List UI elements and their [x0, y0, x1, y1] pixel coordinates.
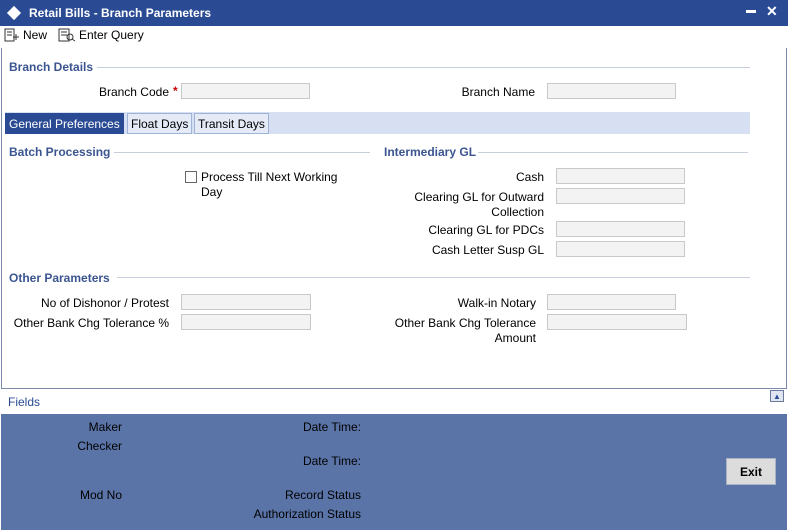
- divider: [114, 152, 370, 153]
- walkin-notary-input[interactable]: [547, 294, 676, 310]
- cash-letter-input[interactable]: [556, 241, 685, 257]
- tab-general-preferences[interactable]: General Preferences: [5, 113, 124, 134]
- maker-label: Maker: [88, 420, 122, 434]
- mod-no-label: Mod No: [79, 488, 122, 502]
- process-label-line1: Process Till Next Working: [201, 170, 338, 184]
- minimize-icon[interactable]: ▬: [746, 5, 756, 16]
- tolerance-pct-label: Other Bank Chg Tolerance %: [13, 316, 169, 330]
- tab-float-days[interactable]: Float Days: [127, 113, 193, 134]
- checker-date-time-label: Date Time:: [302, 454, 361, 468]
- process-till-next-working-day-checkbox[interactable]: [185, 171, 197, 183]
- process-label-line2: Day: [201, 185, 223, 199]
- enter-query-button[interactable]: Enter Query: [58, 28, 144, 42]
- fields-bar: [1, 388, 787, 414]
- new-icon: [4, 28, 19, 42]
- tolerance-pct-input[interactable]: [181, 314, 311, 330]
- enter-query-icon: [58, 28, 76, 42]
- tolerance-amt-label-1: Other Bank Chg Tolerance: [394, 316, 536, 330]
- cash-letter-label: Cash Letter Susp GL: [431, 243, 544, 257]
- tolerance-amt-input[interactable]: [547, 314, 687, 330]
- dishonor-input[interactable]: [181, 294, 311, 310]
- other-parameters-title: Other Parameters: [9, 271, 110, 285]
- clearing-outward-label-2: Collection: [491, 205, 544, 219]
- divider: [478, 152, 748, 153]
- close-icon[interactable]: ✕: [766, 3, 778, 20]
- branch-code-label: Branch Code: [98, 85, 169, 99]
- branch-name-label: Branch Name: [461, 85, 535, 99]
- divider: [117, 277, 750, 278]
- cash-label: Cash: [515, 170, 544, 184]
- collapse-up-icon[interactable]: ▲: [770, 390, 784, 402]
- checker-label: Checker: [77, 439, 122, 453]
- tab-transit-days[interactable]: Transit Days: [194, 113, 269, 134]
- new-button[interactable]: New: [4, 28, 47, 42]
- authorization-status-label: Authorization Status: [253, 507, 361, 521]
- batch-processing-title: Batch Processing: [9, 145, 111, 159]
- intermediary-gl-title: Intermediary GL: [384, 145, 477, 159]
- maker-date-time-label: Date Time:: [302, 420, 361, 434]
- walkin-notary-label: Walk-in Notary: [457, 296, 536, 310]
- exit-button[interactable]: Exit: [726, 458, 776, 485]
- clearing-pdcs-label: Clearing GL for PDCs: [428, 223, 544, 237]
- record-status-label: Record Status: [284, 488, 361, 502]
- required-mark: *: [173, 84, 178, 98]
- fields-link[interactable]: Fields: [8, 395, 40, 409]
- window-title: Retail Bills - Branch Parameters: [29, 6, 212, 20]
- new-label: New: [23, 28, 48, 42]
- enter-query-label: Enter Query: [79, 28, 144, 42]
- branch-details-title: Branch Details: [9, 60, 94, 74]
- cash-input[interactable]: [556, 168, 685, 184]
- clearing-outward-input[interactable]: [556, 188, 685, 204]
- branch-code-input[interactable]: [181, 83, 310, 99]
- branch-name-input[interactable]: [547, 83, 676, 99]
- tolerance-amt-label-2: Amount: [494, 331, 536, 345]
- clearing-outward-label-1: Clearing GL for Outward: [414, 190, 544, 204]
- clearing-pdcs-input[interactable]: [556, 221, 685, 237]
- divider: [97, 67, 750, 68]
- dishonor-label: No of Dishonor / Protest: [40, 296, 169, 310]
